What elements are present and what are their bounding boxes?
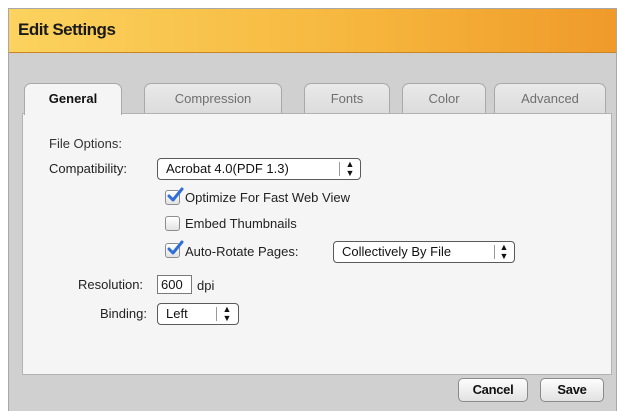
resolution-input[interactable]: 600 bbox=[157, 275, 192, 294]
compatibility-value: Acrobat 4.0(PDF 1.3) bbox=[166, 161, 289, 176]
up-down-arrows-icon: ▲ ▼ bbox=[345, 159, 355, 178]
tab-color-label: Color bbox=[428, 91, 460, 106]
up-down-arrows-icon: ▲ ▼ bbox=[499, 242, 509, 261]
tab-fonts-label: Fonts bbox=[330, 91, 364, 106]
tab-compression-label: Compression bbox=[174, 91, 252, 106]
compatibility-select[interactable]: Acrobat 4.0(PDF 1.3) ▲ ▼ bbox=[157, 158, 361, 180]
binding-label: Binding: bbox=[100, 306, 147, 321]
auto-rotate-checkbox[interactable] bbox=[165, 240, 184, 258]
tab-color[interactable]: Color bbox=[402, 83, 486, 113]
general-panel: File Options: Compatibility: Acrobat 4.0… bbox=[22, 113, 612, 375]
resolution-value: 600 bbox=[161, 277, 183, 292]
auto-rotate-select[interactable]: Collectively By File ▲ ▼ bbox=[333, 241, 515, 263]
title-bar: Edit Settings bbox=[9, 9, 616, 53]
optimize-checkbox[interactable] bbox=[165, 187, 184, 205]
compatibility-label: Compatibility: bbox=[49, 161, 128, 176]
resolution-label: Resolution: bbox=[78, 277, 144, 292]
cancel-button[interactable]: Cancel bbox=[458, 378, 528, 402]
select-divider bbox=[216, 307, 217, 321]
file-options-heading: File Options: bbox=[49, 136, 122, 151]
binding-select[interactable]: Left ▲ ▼ bbox=[157, 303, 239, 325]
edit-settings-dialog: Edit Settings General Compression Fonts … bbox=[8, 8, 617, 411]
dialog-title: Edit Settings bbox=[18, 20, 116, 39]
tab-compression[interactable]: Compression bbox=[144, 83, 282, 113]
checkmark-icon bbox=[167, 240, 184, 255]
tab-general[interactable]: General bbox=[24, 83, 122, 115]
save-button[interactable]: Save bbox=[540, 378, 604, 402]
resolution-unit: dpi bbox=[197, 278, 215, 293]
tab-advanced-label: Advanced bbox=[521, 91, 579, 106]
binding-value: Left bbox=[166, 306, 188, 321]
auto-rotate-value: Collectively By File bbox=[342, 244, 452, 259]
tab-advanced[interactable]: Advanced bbox=[494, 83, 606, 113]
tab-general-label: General bbox=[48, 91, 98, 106]
checkmark-icon bbox=[167, 187, 184, 202]
select-divider bbox=[339, 162, 340, 176]
embed-thumbnails-checkbox[interactable] bbox=[165, 216, 180, 231]
select-divider bbox=[494, 245, 495, 259]
embed-thumbnails-label[interactable]: Embed Thumbnails bbox=[185, 216, 297, 231]
tab-fonts[interactable]: Fonts bbox=[304, 83, 390, 113]
auto-rotate-label[interactable]: Auto-Rotate Pages: bbox=[185, 244, 298, 259]
up-down-arrows-icon: ▲ ▼ bbox=[222, 304, 232, 323]
optimize-label[interactable]: Optimize For Fast Web View bbox=[185, 190, 350, 205]
tab-bar: General Compression Fonts Color Advanced bbox=[22, 83, 612, 115]
